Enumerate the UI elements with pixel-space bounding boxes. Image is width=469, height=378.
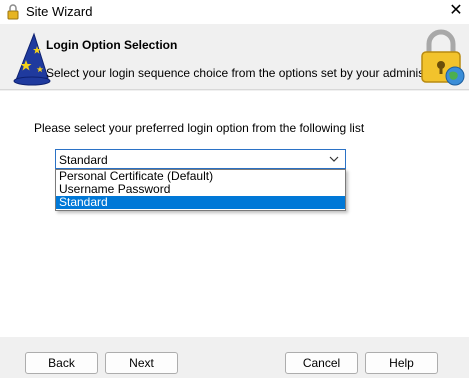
content-area: Please select your preferred login optio… xyxy=(0,91,469,337)
login-option-select[interactable]: Standard xyxy=(55,149,346,169)
option-standard[interactable]: Standard xyxy=(56,196,345,209)
title-bar: Site Wizard ✕ xyxy=(0,0,469,24)
header-subtitle: Select your login sequence choice from t… xyxy=(46,66,453,80)
chevron-down-icon[interactable] xyxy=(329,155,339,163)
select-value: Standard xyxy=(59,153,108,167)
cancel-button[interactable]: Cancel xyxy=(285,352,358,374)
next-button[interactable]: Next xyxy=(105,352,178,374)
header-title: Login Option Selection xyxy=(46,38,178,52)
wizard-header: Login Option Selection Select your login… xyxy=(0,24,469,90)
close-icon[interactable]: ✕ xyxy=(443,0,469,24)
help-button[interactable]: Help xyxy=(365,352,438,374)
wizard-app-icon xyxy=(7,4,19,20)
back-button[interactable]: Back xyxy=(25,352,98,374)
window-title: Site Wizard xyxy=(26,4,93,19)
login-option-prompt: Please select your preferred login optio… xyxy=(34,121,365,135)
lock-globe-icon xyxy=(421,29,465,86)
button-bar: Back Next Cancel Help xyxy=(0,337,469,378)
login-option-dropdown-list: Personal Certificate (Default) Username … xyxy=(55,169,346,211)
